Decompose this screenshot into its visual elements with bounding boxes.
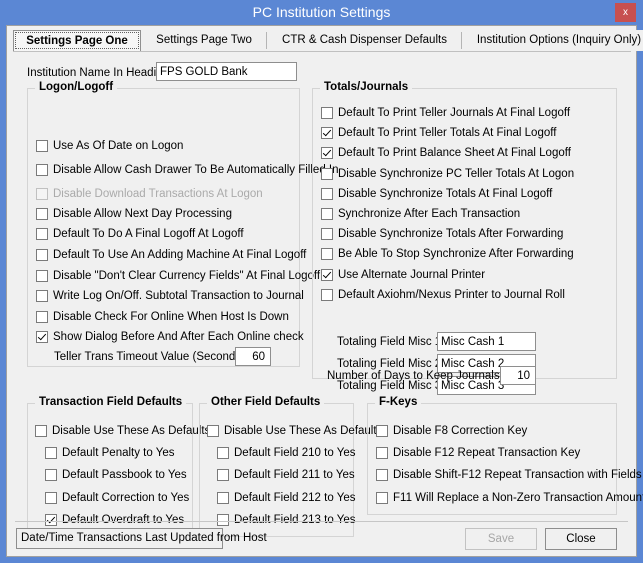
checkbox-box-icon [321,107,333,119]
checkbox-box-icon [217,447,229,460]
checkbox-label: Disable Shift-F12 Repeat Transaction wit… [393,469,643,482]
checkbox-label: F11 Will Replace a Non-Zero Transaction … [393,491,643,504]
checkbox-label: Default Axiohm/Nexus Printer to Journal … [338,288,565,301]
institution-name-label: Institution Name In Heading [27,67,169,79]
checkbox-label: Be Able To Stop Synchronize After Forwar… [338,248,574,261]
tab-label: Settings Page Two [156,34,252,46]
institution-name-input[interactable] [156,62,297,81]
checkbox-box-icon [36,228,48,240]
checkbox-box-icon [321,127,333,140]
checkbox-label: Default Penalty to Yes [62,447,175,460]
tab-4[interactable]: Institution Options (Inquiry Only) [462,30,643,51]
totals-journals-group-title: Totals/Journals [320,81,413,93]
checkbox-label: Disable F8 Correction Key [393,425,528,437]
checkbox-label: Default Field 212 to Yes [234,491,356,504]
checkbox-box-icon [321,187,333,200]
checkbox-box-icon [321,208,333,220]
checkbox-box-icon [321,228,333,241]
checkbox-box-icon [376,425,388,437]
checkbox-label: Disable Synchronize Totals At Final Logo… [338,187,553,200]
totaling-field-label-1: Totaling Field Misc 1 [337,336,442,348]
checkbox-box-icon [36,290,48,302]
checkbox-box-icon [36,208,48,220]
checkbox-label: Default Field 211 to Yes [234,469,355,482]
checkbox-box-icon [36,331,48,343]
checkbox-label: Use As Of Date on Logon [53,140,184,152]
checkbox-box-icon [36,164,48,176]
checkbox-label: Disable Use These As Defaults [52,425,211,437]
checkbox-label: Disable Use These As Defaults [224,425,383,437]
checkbox-label: Default Field 210 to Yes [234,447,356,460]
checkbox-box-icon [321,167,333,180]
checkbox-box-icon [376,447,388,460]
dialog-footer: Date/Time Transactions Last Updated from… [7,521,636,556]
teller-timeout-label: Teller Trans Timeout Value (Seconds) [54,351,245,363]
checkbox-label: Default To Print Teller Totals At Final … [338,127,557,140]
checkbox-box-icon [321,288,333,301]
tab-label: Institution Options (Inquiry Only) [476,34,642,46]
teller-timeout-input[interactable] [235,347,271,366]
tab-2[interactable]: Settings Page Two [141,30,267,51]
checkbox-box-icon [217,491,229,504]
checkbox-label: Disable Synchronize Totals After Forward… [338,228,564,241]
checkbox-box-icon [217,469,229,482]
checkbox-label: Disable Check For Online When Host Is Do… [53,311,289,323]
checkbox-box-icon [36,270,48,282]
close-button[interactable]: Close [545,528,617,550]
pc-institution-settings-window: PC Institution Settings x Settings Page … [0,0,643,563]
checkbox-label: Default Passbook to Yes [62,469,187,482]
transaction-field-defaults-title: Transaction Field Defaults [35,396,187,408]
checkbox-label: Disable Synchronize PC Teller Totals At … [338,167,575,180]
checkbox-box-icon [321,268,333,281]
checkbox-label: Default To Print Teller Journals At Fina… [338,107,571,119]
keep-journals-input[interactable] [500,366,536,385]
checkbox-label: Use Alternate Journal Printer [338,268,486,281]
logon-logoff-group-title: Logon/Logoff [35,81,118,93]
other-field-defaults-title: Other Field Defaults [207,396,325,408]
checkbox-label: Default To Print Balance Sheet At Final … [338,147,571,160]
checkbox-box-icon [376,469,388,482]
window-title: PC Institution Settings [252,4,391,20]
checkbox-label: Synchronize After Each Transaction [338,208,521,220]
title-bar: PC Institution Settings x [0,0,643,25]
f-keys-title: F-Keys [375,396,422,408]
checkbox-box-icon [376,491,388,504]
checkbox-box-icon [36,188,48,200]
checkbox-box-icon [36,249,48,261]
tab-strip-underline [13,51,631,52]
checkbox-label: Disable Allow Next Day Processing [53,208,232,220]
checkbox-box-icon [321,147,333,160]
tab-3[interactable]: CTR & Cash Dispenser Defaults [267,30,462,51]
checkbox-label: Disable Allow Cash Drawer To Be Automati… [53,164,339,176]
checkbox-label: Default To Do A Final Logoff At Logoff [53,228,244,240]
checkbox-label: Show Dialog Before And After Each Online… [53,331,304,343]
checkbox-box-icon [45,447,57,460]
tab-1[interactable]: Settings Page One [13,30,141,51]
checkbox-label: Write Log On/Off. Subtotal Transaction t… [53,290,304,302]
checkbox-label: Default To Use An Adding Machine At Fina… [53,249,307,261]
checkbox-label: Disable "Don't Clear Currency Fields" At… [53,270,321,282]
checkbox-label: Default Correction to Yes [62,491,190,504]
tab-strip: Settings Page One Settings Page Two CTR & … [13,30,643,52]
checkbox-box-icon [36,140,48,152]
checkbox-box-icon [36,311,48,323]
checkbox-label: Disable Download Transactions At Logon [53,188,263,200]
save-button[interactable]: Save [465,528,537,550]
checkbox-box-icon [321,248,333,261]
totaling-field-input-1[interactable] [437,332,536,351]
keep-journals-label: Number of Days to Keep Journals [327,370,500,382]
checkbox-box-icon [45,491,57,504]
last-updated-status-button[interactable]: Date/Time Transactions Last Updated from… [16,528,267,549]
tab-label: CTR & Cash Dispenser Defaults [282,34,447,46]
tab-label: Settings Page One [26,35,128,47]
dialog-client-area: Settings Page One Settings Page Two CTR & … [6,25,643,557]
checkbox-box-icon [45,469,57,482]
checkbox-box-icon [207,425,219,437]
footer-divider [15,521,628,522]
checkbox-box-icon [35,425,47,437]
checkbox-label: Disable F12 Repeat Transaction Key [393,447,581,460]
close-x-icon[interactable]: x [615,3,636,22]
